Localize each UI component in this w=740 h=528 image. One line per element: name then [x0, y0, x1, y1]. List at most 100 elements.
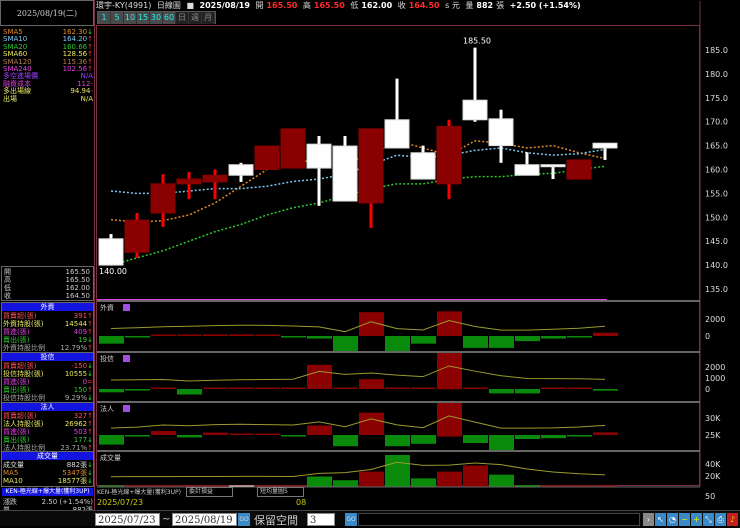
inst-bar — [333, 435, 358, 447]
trust-bar — [411, 387, 436, 389]
low-price-label: 140.00 — [99, 267, 127, 276]
section-row: 成交量 882張↓ — [3, 461, 93, 469]
candle-body — [306, 143, 332, 169]
period-button-日[interactable]: 日 — [176, 12, 189, 24]
x-axis-mid: 08 — [296, 498, 307, 507]
row-label: 買進(張) — [3, 328, 30, 336]
panel-tick: 0 — [705, 332, 710, 341]
period-button-5[interactable]: 5 — [111, 12, 124, 24]
candle — [280, 128, 306, 169]
foreign-bar — [255, 334, 280, 336]
bell-icon[interactable]: ♪ — [727, 513, 738, 526]
period-button-15[interactable]: 15 — [137, 12, 150, 24]
panel-tick: 2000 — [705, 315, 725, 324]
section-row: 法人持股(張) 26962↑ — [3, 420, 93, 428]
candle — [514, 152, 540, 176]
plus-icon[interactable]: + — [691, 513, 702, 526]
volume-line — [110, 461, 606, 478]
clock-icon[interactable]: ◔ — [667, 513, 678, 526]
candle-body — [358, 128, 384, 204]
arrow-icon: ↓ — [87, 461, 93, 469]
row-label: 買賣超(張) — [3, 312, 37, 320]
section-row: 買進(張) 409↑ — [3, 328, 93, 336]
price-tick: 175.0 — [705, 94, 728, 103]
go-button-2[interactable]: GO — [345, 513, 357, 526]
period-button-月[interactable]: 月 — [202, 12, 215, 24]
candlestick-chart[interactable]: 185.0 180.0 175.0 170.0 165.0 160.0 155.0 150.0… — [97, 1, 740, 501]
scroll-right-icon[interactable]: › — [643, 513, 654, 526]
panel-title-foreign: 外資 — [100, 303, 114, 312]
arrow-icon: ↑ — [87, 412, 93, 420]
candle-body — [462, 99, 488, 121]
price-tick: 155.0 — [705, 189, 728, 198]
section-row: 外資持股比例 12.79%↑ — [3, 344, 93, 352]
period-button-10[interactable]: 10 — [124, 12, 137, 24]
row-value: 327 — [73, 412, 88, 420]
ohlc-value: 162.00 — [65, 284, 91, 292]
candle-body — [150, 183, 176, 214]
trust-bar — [333, 387, 358, 389]
period-button-60[interactable]: 60 — [163, 12, 176, 24]
print-icon[interactable]: ⎙ — [715, 513, 726, 526]
left-info-panel: 2025/08/19(二) 開 165.50 高 165.50 低 162.00 收 164.… — [0, 0, 95, 514]
section-title: 成交量 — [2, 452, 93, 460]
period-button-週[interactable]: 週 — [189, 12, 202, 24]
inst-bar — [307, 425, 332, 435]
candle-body — [202, 174, 228, 183]
panel-title-volume: 成交量 — [100, 453, 121, 462]
volume-ma-select[interactable]: 短均量圖5 — [257, 487, 304, 497]
low-label: 低 — [350, 1, 359, 10]
row-value: 9.29% — [64, 394, 88, 402]
foreign-bar — [333, 336, 358, 353]
end-date-input[interactable]: 2025/08/19 — [172, 513, 237, 526]
start-date-input[interactable]: 2025/07/23 — [95, 513, 160, 526]
period-button-1[interactable]: 1 — [98, 12, 111, 24]
list-icon — [123, 304, 130, 311]
chart-area[interactable]: 185.0 180.0 175.0 170.0 165.0 160.0 155.0 150.0… — [96, 1, 728, 501]
trust-line — [110, 365, 606, 382]
scrollbar[interactable] — [358, 513, 640, 526]
foreign-bar — [229, 334, 254, 336]
row-label: 投信持股(張) — [3, 370, 44, 378]
strategy-label: KEN-極光線+爆大量(獲利3UP) — [2, 488, 93, 496]
candle-body — [436, 125, 462, 185]
list-icon — [123, 405, 130, 412]
candle-body — [384, 119, 410, 149]
period-button-30[interactable]: 30 — [150, 12, 163, 24]
indicator-strategy: KEN-極光線+爆大量(獲利3UP) — [97, 489, 181, 496]
profit-select[interactable]: 委計損益 — [186, 487, 233, 497]
candle — [176, 171, 202, 200]
foreign-bar — [463, 336, 488, 348]
foreign-bar — [281, 336, 306, 338]
section-title: 外資 — [2, 303, 93, 311]
volume-value: 882 — [476, 1, 494, 10]
row-label: 賣出(張) — [3, 336, 30, 344]
row-label: 外資持股(張) — [3, 320, 44, 328]
inst-bar — [411, 435, 436, 444]
open-value: 165.50 — [266, 1, 298, 10]
row-label: 成交量 — [3, 461, 24, 469]
price-tick: 150.0 — [705, 213, 728, 222]
row-label: 賣出(張) — [3, 436, 30, 444]
candle-body — [592, 142, 618, 149]
current-date: 2025/08/19(二) — [0, 0, 94, 26]
ma-row: 出場 N/A — [3, 95, 93, 103]
arrow-icon: ↑ — [87, 420, 93, 428]
volume-bar — [437, 471, 462, 487]
arrow-icon: = — [87, 378, 93, 386]
row-label: 買進(張) — [3, 378, 30, 386]
section-row: 買進(張) 503↑ — [3, 428, 93, 436]
ohlc-label: 低 — [4, 284, 11, 292]
section-row: 投信持股(張) 10555↓ — [3, 370, 93, 378]
candle — [358, 128, 384, 228]
arrow-icon: ↑ — [87, 312, 93, 320]
inst-bar — [177, 435, 202, 438]
minus-icon[interactable]: − — [679, 513, 690, 526]
reserve-input[interactable]: 3 — [307, 513, 335, 526]
inst-bar — [515, 435, 540, 439]
high-price-label: 185.50 — [463, 37, 491, 46]
foreign-bar — [411, 336, 436, 344]
zoom-out-icon[interactable]: ⤡ — [703, 513, 714, 526]
go-button[interactable]: GO — [238, 513, 250, 526]
cursor-icon[interactable]: ↖ — [655, 513, 666, 526]
